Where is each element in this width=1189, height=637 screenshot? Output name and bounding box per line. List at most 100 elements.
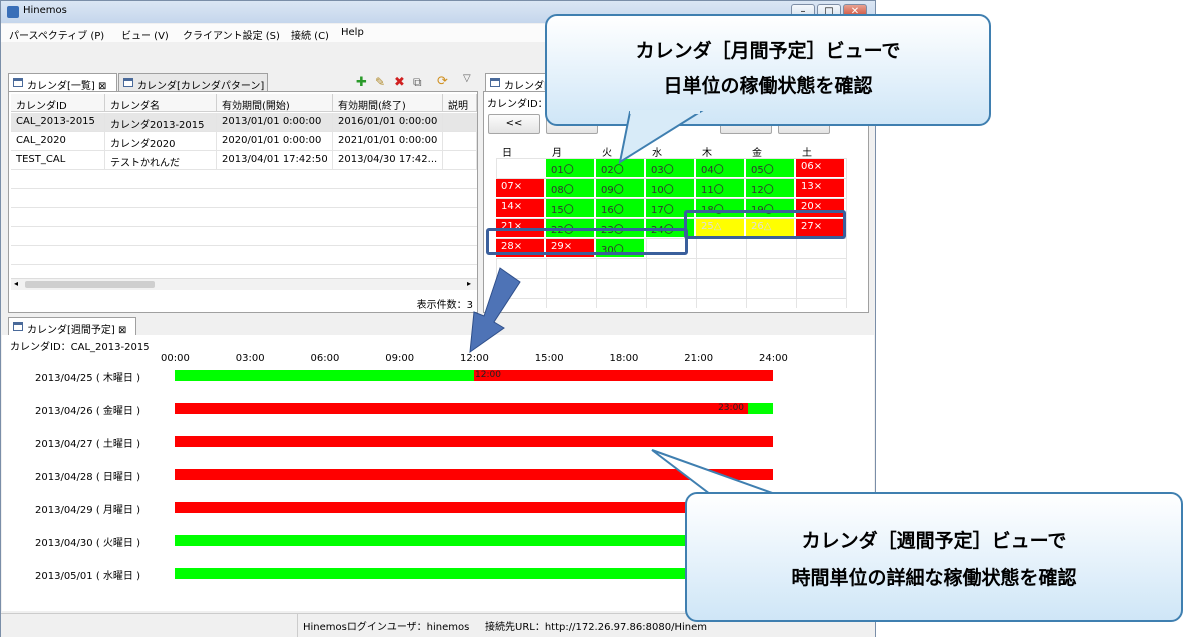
col-header-end[interactable]: 有効期間(終了) [333,94,443,112]
row-gridline [11,226,477,227]
day-cell[interactable]: 06× [796,159,845,178]
add-icon[interactable]: ✚ [356,75,367,90]
table-cell[interactable]: テストかれんだ [105,151,217,169]
weekly-id-label: カレンダID：CAL_2013-2015 [10,342,150,353]
table-cell[interactable]: 2013/04/01 17:42:50 [217,151,333,169]
weekday-label: 日 [502,148,512,159]
col-header-start[interactable]: 有効期間(開始) [217,94,333,112]
weekday-label: 金 [752,148,762,159]
day-cell[interactable]: 13× [796,179,845,198]
grid-row-line [496,278,846,279]
menu-perspective[interactable]: パースペクティブ (P) [9,27,104,42]
day-cell[interactable]: 15〇 [546,199,595,218]
view-icon [13,78,23,87]
day-cell[interactable]: 05〇 [746,159,795,178]
weekly-callout-line2: 時間単位の詳細な稼働状態を確認 [791,567,1077,589]
time-tick-label: 00:00 [161,353,190,364]
monthly-id-label: カレンダID： [487,99,548,110]
schedule-bar-segment[interactable] [175,370,474,381]
day-label: 2013/04/28 ( 日曜日 ) [35,472,140,483]
table-cell[interactable]: 2013/01/01 0:00:00 [217,113,333,131]
col-header-desc[interactable]: 説明 [443,94,477,112]
menu-connect[interactable]: 接続 (C) [291,27,329,42]
table-cell[interactable]: 2016/01/01 0:00:00 [333,113,443,131]
schedule-bar-segment[interactable] [175,436,773,447]
schedule-bar-segment[interactable] [474,370,773,381]
day-label: 2013/04/30 ( 火曜日 ) [35,538,140,549]
calendar-list-pane: カレンダID カレンダ名 有効期間(開始) 有効期間(終了) 説明 CAL_20… [8,91,478,313]
table-cell[interactable]: 2021/01/01 0:00:00 [333,132,443,150]
col-header-id[interactable]: カレンダID [11,94,105,112]
grid-col-line [846,158,847,308]
monthly-callout-pointer [618,110,704,165]
day-cell[interactable]: 09〇 [596,179,645,198]
menu-view[interactable]: ビュー (V) [121,27,169,42]
day-label: 2013/04/29 ( 月曜日 ) [35,505,140,516]
table-cell[interactable]: CAL_2013-2015 [11,113,105,131]
weekly-callout-line1: カレンダ［週間予定］ビューで [801,530,1067,552]
delete-icon[interactable]: ✖ [394,75,405,90]
time-tick-label: 18:00 [609,353,639,364]
row-gridline [11,207,477,208]
table-cell[interactable]: 2013/04/30 17:42... [333,151,443,169]
scrollbar-thumb[interactable] [25,281,155,288]
day-label: 2013/04/25 ( 木曜日 ) [35,373,140,384]
prev-month-button[interactable]: << [488,114,540,134]
horizontal-scrollbar[interactable]: ◂ ▸ [11,278,477,290]
table-cell[interactable]: カレンダ2013-2015 [105,113,217,131]
menu-client-settings[interactable]: クライアント設定 (S) [183,27,280,42]
day-cell[interactable]: 14× [496,199,545,218]
weekday-label: 土 [802,148,812,159]
weekly-callout: カレンダ［週間予定］ビューで 時間単位の詳細な稼働状態を確認 [685,492,1183,622]
schedule-bar-segment[interactable] [175,568,773,579]
table-cell[interactable]: 2020/01/01 0:00:00 [217,132,333,150]
weekday-label: 月 [552,148,562,159]
time-tick-label: 03:00 [235,353,265,364]
scroll-left-icon[interactable]: ◂ [14,279,18,288]
col-header-name[interactable]: カレンダ名 [105,94,217,112]
view-icon [13,322,23,331]
status-user: Hinemosログインユーザ：hinemos [303,622,470,633]
row-gridline [11,188,477,189]
tab-calendar-list[interactable]: カレンダ[一覧] ⊠ [8,73,117,92]
view-menu-icon[interactable]: ▽ [463,73,471,84]
table-cell[interactable] [443,132,477,150]
day-cell[interactable]: 08〇 [546,179,595,198]
day-cell[interactable]: 16〇 [596,199,645,218]
day-cell[interactable]: 10〇 [646,179,695,198]
bar-time-marker: 23:00 [718,403,745,413]
table-cell[interactable]: CAL_2020 [11,132,105,150]
highlight-box-25-27 [684,210,846,239]
schedule-bar-segment[interactable] [175,403,749,414]
time-tick-label: 21:00 [684,353,714,364]
edit-icon[interactable]: ✎ [375,75,385,89]
grid-row-line [496,298,846,299]
day-cell[interactable]: 11〇 [696,179,745,198]
row-gridline [11,131,477,132]
table-cell[interactable]: TEST_CAL [11,151,105,169]
menu-help[interactable]: Help [341,27,364,38]
status-url: 接続先URL：http://172.26.97.86:8080/Hinem [485,622,707,633]
schedule-bar-segment[interactable] [175,535,773,546]
monthly-callout-line2: 日単位の稼働状態を確認 [663,75,873,97]
schedule-bar-segment[interactable] [748,403,773,414]
window-title: Hinemos [23,5,67,16]
day-label: 2013/04/27 ( 土曜日 ) [35,439,140,450]
refresh-icon[interactable]: ⟳ [437,74,448,89]
time-tick-label: 06:00 [310,353,340,364]
day-cell[interactable]: 07× [496,179,545,198]
row-gridline [11,169,477,170]
tab-calendar-pattern[interactable]: カレンダ[カレンダパターン] [118,73,268,92]
tab-weekly[interactable]: カレンダ[週間予定] ⊠ [8,317,136,336]
down-arrow-icon [469,267,521,354]
grid-row-line [496,258,846,259]
hinemos-logo-icon [7,6,19,18]
day-cell[interactable]: 01〇 [546,159,595,178]
copy-icon[interactable]: ⧉ [413,75,422,90]
table-cell[interactable] [443,113,477,131]
day-cell[interactable]: 12〇 [746,179,795,198]
view-icon [490,78,500,87]
day-label: 2013/04/26 ( 金曜日 ) [35,406,140,417]
table-cell[interactable] [443,151,477,169]
table-cell[interactable]: カレンダ2020 [105,132,217,150]
